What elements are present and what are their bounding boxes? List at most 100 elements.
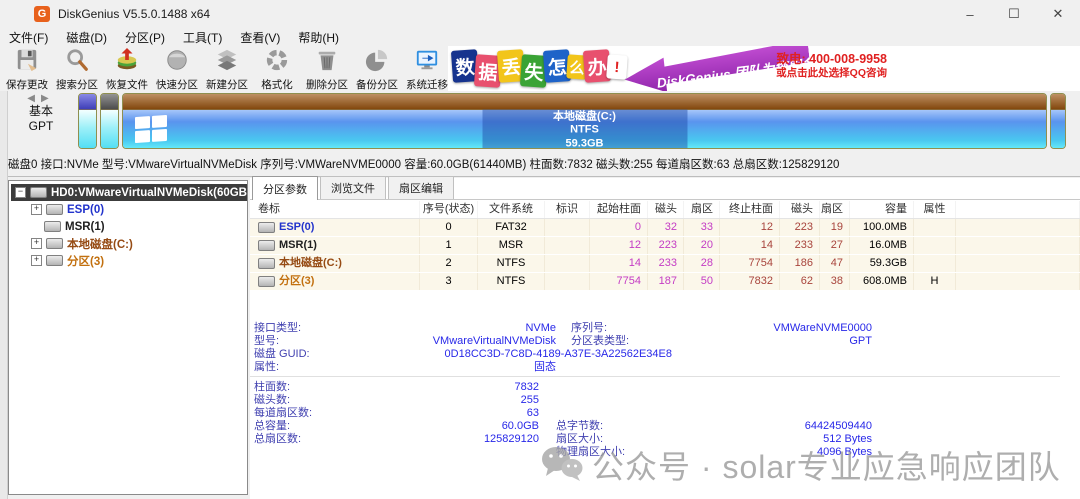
- detail-label: 总容量:: [254, 420, 384, 433]
- system-migration-button[interactable]: 系统迁移: [402, 46, 452, 91]
- selected-partition-info: 本地磁盘(C:) NTFS 59.3GB: [482, 109, 687, 149]
- watermark: 公众号 · solar专业应急响应团队: [540, 442, 1061, 488]
- backup-partition-icon: [365, 48, 389, 77]
- toolbar: 保存更改 搜索分区 恢复文件 快速分区 新建分区 格式化: [0, 46, 1080, 92]
- tab-partition-parameters[interactable]: 分区参数: [252, 176, 318, 200]
- window-title: DiskGenius V5.5.0.1488 x64: [58, 7, 210, 21]
- detail-label: 分区表类型:: [571, 335, 681, 348]
- toolbar-label: 系统迁移: [406, 77, 448, 92]
- new-partition-button[interactable]: 新建分区: [202, 46, 252, 91]
- detail-value: 固态: [384, 361, 556, 374]
- ad-tile: !: [606, 54, 628, 79]
- ad-qq-link[interactable]: 或点击此处选择QQ咨询: [776, 67, 887, 81]
- detail-value: 125829120: [384, 433, 539, 446]
- ad-banner[interactable]: 数 据 丢 失 怎 么 办 ! DiskGenius 团队为您服务 致电: 40…: [448, 46, 1080, 91]
- search-partition-button[interactable]: 搜索分区: [52, 46, 102, 91]
- table-row[interactable]: 本地磁盘(C:) 2 NTFS 14 233 28 7754 186 47 59…: [250, 255, 1080, 273]
- backup-partition-button[interactable]: 备份分区: [352, 46, 402, 91]
- detail-label: 柱面数:: [254, 381, 384, 394]
- new-partition-icon: [215, 48, 239, 77]
- prev-disk-arrow[interactable]: ◀: [27, 93, 41, 104]
- toolbar-label: 格式化: [261, 77, 293, 92]
- detail-label: 属性:: [254, 361, 384, 374]
- recover-files-button[interactable]: 恢复文件: [102, 46, 152, 91]
- detail-label: 序列号:: [571, 322, 681, 335]
- close-button[interactable]: ✕: [1036, 0, 1080, 28]
- detail-value: VMwareVirtualNVMeDisk: [384, 335, 556, 348]
- collapse-box-icon[interactable]: −: [15, 187, 26, 198]
- partition-block-esp[interactable]: [78, 93, 97, 149]
- menu-file[interactable]: 文件(F): [0, 29, 57, 46]
- table-row[interactable]: 分区(3) 3 NTFS 7754 187 50 7832 62 38 608.…: [250, 273, 1080, 291]
- ad-banner-tiles: 数 据 丢 失 怎 么 办 !: [452, 48, 624, 87]
- expand-box-icon[interactable]: +: [31, 238, 42, 249]
- detail-separator: [250, 376, 1060, 377]
- menu-help[interactable]: 帮助(H): [289, 29, 348, 46]
- tree-item-label: 本地磁盘(C:): [67, 236, 133, 252]
- detail-label: 型号:: [254, 335, 384, 348]
- title-bar: G DiskGenius V5.5.0.1488 x64 – ☐ ✕: [0, 0, 1080, 28]
- tree-item-local-disk-c[interactable]: + 本地磁盘(C:): [9, 235, 247, 252]
- menu-bar: 文件(F) 磁盘(D) 分区(P) 工具(T) 查看(V) 帮助(H): [0, 28, 1080, 46]
- toolbar-label: 恢复文件: [106, 77, 148, 92]
- save-icon: [15, 48, 39, 77]
- tree-item-disk-root[interactable]: − HD0:VMwareVirtualNVMeDisk(60GB): [11, 184, 247, 201]
- quick-partition-button[interactable]: 快速分区: [152, 46, 202, 91]
- toolbar-label: 备份分区: [356, 77, 398, 92]
- delete-partition-button[interactable]: 删除分区: [302, 46, 352, 91]
- partition-block-3[interactable]: [1050, 93, 1066, 149]
- partition-block-msr[interactable]: [100, 93, 119, 149]
- delete-partition-icon: [315, 48, 339, 77]
- detail-label: 每道扇区数:: [254, 407, 384, 420]
- detail-value: 64424509440: [666, 420, 872, 433]
- menu-disk[interactable]: 磁盘(D): [57, 29, 116, 46]
- disk-drive-icon: [30, 187, 47, 198]
- detail-label: 磁头数:: [254, 394, 384, 407]
- partition-drive-icon: [258, 222, 275, 233]
- toolbar-label: 删除分区: [306, 77, 348, 92]
- diskgenius-window: G DiskGenius V5.5.0.1488 x64 – ☐ ✕ 文件(F)…: [0, 0, 1080, 499]
- tree-item-esp[interactable]: + ESP(0): [9, 201, 247, 218]
- disk-tree-panel: − HD0:VMwareVirtualNVMeDisk(60GB) + ESP(…: [8, 180, 248, 495]
- partition-drive-icon: [258, 258, 275, 269]
- detail-label: 磁盘 GUID:: [254, 348, 384, 361]
- disk-scheme-label: GPT: [12, 119, 70, 134]
- partition-drive-icon: [46, 255, 63, 266]
- disk-detail-block-1: 接口类型: NVMe 序列号: VMWareNVME0000 型号: VMwar…: [254, 322, 872, 374]
- partition-table: 卷标 序号(状态) 文件系统 标识 起始柱面 磁头 扇区 终止柱面 磁头 扇区 …: [250, 201, 1080, 291]
- menu-partition[interactable]: 分区(P): [116, 29, 174, 46]
- tree-item-label: 分区(3): [67, 253, 104, 269]
- windows-logo-icon: [135, 115, 167, 144]
- format-button[interactable]: 格式化: [252, 46, 302, 91]
- save-changes-button[interactable]: 保存更改: [2, 46, 52, 91]
- tree-item-partition-3[interactable]: + 分区(3): [9, 252, 247, 269]
- disk-info-line: 磁盘0 接口:NVMe 型号:VMwareVirtualNVMeDisk 序列号…: [0, 154, 1080, 177]
- system-migration-icon: [415, 48, 439, 77]
- tab-browse-files[interactable]: 浏览文件: [320, 176, 386, 199]
- expand-box-icon: [31, 222, 40, 231]
- format-icon: [265, 48, 289, 77]
- menu-view[interactable]: 查看(V): [231, 29, 289, 46]
- partition-drive-icon: [44, 221, 61, 232]
- disk-bar: 本地磁盘(C:) NTFS 59.3GB: [78, 93, 1066, 151]
- ad-phone-number: 致电: 400-008-9958: [776, 51, 887, 67]
- tab-sector-edit[interactable]: 扇区编辑: [388, 176, 454, 199]
- recover-files-icon: [115, 48, 139, 77]
- partition-block-c[interactable]: 本地磁盘(C:) NTFS 59.3GB: [122, 93, 1047, 149]
- expand-box-icon[interactable]: +: [31, 204, 42, 215]
- partition-drive-icon: [258, 276, 275, 287]
- partition-drive-icon: [46, 238, 63, 249]
- table-row[interactable]: ESP(0) 0 FAT32 0 32 33 12 223 19 100.0MB: [250, 219, 1080, 237]
- expand-box-icon[interactable]: +: [31, 255, 42, 266]
- detail-value: 60.0GB: [384, 420, 539, 433]
- minimize-button[interactable]: –: [948, 0, 992, 28]
- detail-value: VMWareNVME0000: [681, 322, 872, 335]
- menu-tools[interactable]: 工具(T): [174, 29, 231, 46]
- maximize-button[interactable]: ☐: [992, 0, 1036, 28]
- next-disk-arrow[interactable]: ▶: [41, 93, 55, 104]
- toolbar-label: 保存更改: [6, 77, 48, 92]
- table-row[interactable]: MSR(1) 1 MSR 12 223 20 14 233 27 16.0MB: [250, 237, 1080, 255]
- watermark-text: 公众号 · solar专业应急响应团队: [592, 442, 1061, 488]
- detail-value: 7832: [384, 381, 539, 394]
- tree-item-msr[interactable]: MSR(1): [9, 218, 247, 235]
